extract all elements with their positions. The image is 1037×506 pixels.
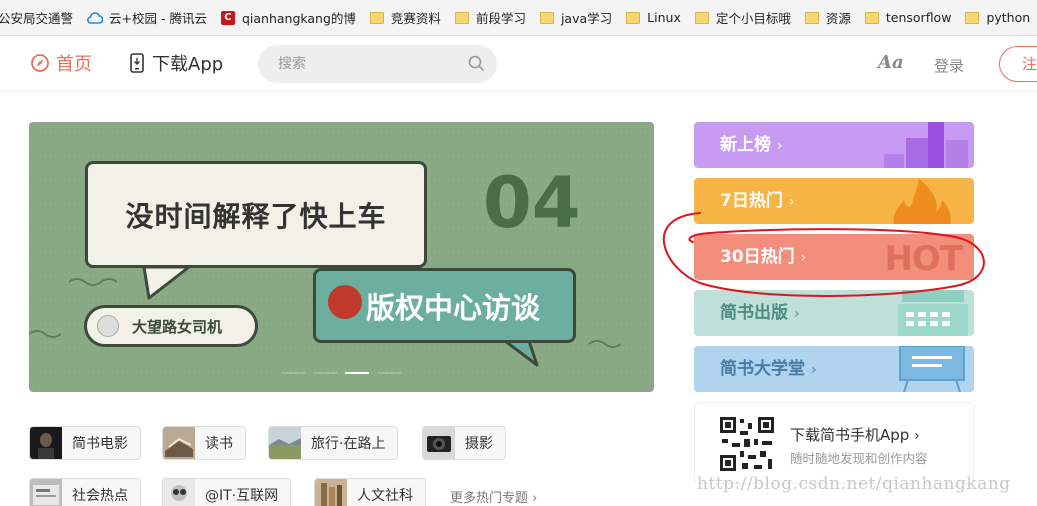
board-30day-hot[interactable]: 30日热门 › HOT — [694, 234, 974, 280]
flame-icon — [893, 178, 951, 224]
topic-chip[interactable]: 摄影 — [422, 426, 506, 460]
bookmark-folder[interactable]: 前段学习 — [454, 0, 526, 35]
topic-thumbnail — [163, 479, 195, 506]
nav-download-app-link[interactable]: 下载App — [130, 50, 223, 76]
microphone-icon — [328, 285, 362, 319]
carousel-indicators — [281, 372, 401, 374]
nav-home-label: 首页 — [56, 54, 92, 75]
bookmark-folder[interactable]: python — [965, 0, 1030, 35]
bar-chart-icon — [884, 122, 968, 168]
carousel-dot[interactable] — [377, 372, 401, 374]
banner-author-name: 大望路女司机 — [132, 317, 223, 336]
chevron-right-icon: › — [914, 428, 920, 444]
board-jianshu-publishing[interactable]: 简书出版 › — [694, 290, 974, 336]
banner-title-bubble: 版权中心访谈 — [313, 268, 576, 343]
folder-icon — [804, 11, 819, 24]
banner-issue-number: 04 — [483, 162, 581, 244]
bookmark-folder[interactable]: tensorflow — [864, 0, 951, 35]
bookmarks-bar: 公安局交通警 云+校园 - 腾讯云 C qianhangkang的博 竞赛资料 … — [0, 0, 1037, 36]
phone-icon — [130, 53, 144, 73]
chevron-right-icon: › — [811, 362, 817, 378]
carousel-dot[interactable] — [313, 372, 337, 374]
banner-title: 版权中心访谈 — [366, 290, 541, 325]
topic-thumbnail — [30, 427, 62, 459]
cloud-icon — [87, 11, 104, 24]
download-app-card[interactable]: 下载简书手机App › 随时随地发现和创作内容 — [694, 402, 974, 484]
hot-label: HOT — [884, 239, 963, 279]
chevron-right-icon: › — [800, 250, 807, 266]
compass-icon — [31, 54, 49, 72]
bookmark-item[interactable]: C qianhangkang的博 — [220, 0, 356, 35]
more-topics-link[interactable]: 更多热门专题 › — [450, 487, 537, 506]
bookmark-folder[interactable]: Linux — [626, 0, 681, 35]
topic-thumbnail — [269, 427, 301, 459]
csdn-icon: C — [220, 10, 235, 25]
search-box — [258, 45, 497, 83]
qr-code-icon — [718, 415, 776, 473]
login-link[interactable]: 登录 — [934, 55, 964, 76]
top-navigation: 首页 下载App Aa 登录 注 — [0, 36, 1037, 92]
bookmark-item[interactable]: 公安局交通警 — [0, 0, 73, 35]
topic-thumbnail — [423, 427, 455, 459]
banner-carousel[interactable]: 没时间解释了快上车 04 版权中心访谈 大望路女司机 — [29, 122, 654, 392]
topic-thumbnail — [30, 479, 62, 506]
blackboard-icon — [899, 346, 965, 392]
folder-icon — [369, 11, 384, 24]
nav-app-label: 下载App — [152, 54, 224, 75]
board-new-list[interactable]: 新上榜 › — [694, 122, 974, 168]
topic-chip[interactable]: 读书 — [162, 426, 246, 460]
carousel-dot[interactable] — [281, 372, 305, 374]
bookmark-folder[interactable]: java学习 — [539, 0, 612, 35]
search-input[interactable] — [258, 45, 458, 83]
topic-thumbnail — [315, 479, 347, 506]
topic-thumbnail — [163, 427, 195, 459]
font-settings-button[interactable]: Aa — [878, 52, 904, 73]
folder-icon — [694, 11, 709, 24]
folder-icon — [864, 11, 879, 24]
topic-chip[interactable]: 人文社科 — [314, 478, 426, 506]
chevron-right-icon: › — [794, 306, 800, 322]
chevron-right-icon: › — [777, 138, 783, 154]
board-7day-hot[interactable]: 7日热门 › — [694, 178, 974, 224]
carousel-dot-active[interactable] — [345, 372, 369, 374]
banner-author-tag: 大望路女司机 — [84, 305, 258, 347]
author-avatar-icon — [97, 315, 119, 337]
topic-chip[interactable]: 简书电影 — [29, 426, 141, 460]
banner-speech-bubble: 没时间解释了快上车 — [85, 161, 427, 268]
topic-chip[interactable]: @IT·互联网 — [162, 478, 292, 506]
download-app-subtitle: 随时随地发现和创作内容 — [790, 451, 928, 466]
chevron-right-icon: › — [788, 194, 795, 210]
bookmark-folder[interactable]: 定个小目标哦 — [694, 0, 791, 35]
watermark: http://blog.csdn.net/qianhangkang — [697, 474, 1011, 494]
board-jianshu-university[interactable]: 简书大学堂 › — [694, 346, 974, 392]
folder-icon — [626, 11, 641, 24]
topic-chip[interactable]: 社会热点 — [29, 478, 141, 506]
bookmark-folder[interactable]: 资源 — [804, 0, 851, 35]
search-icon[interactable] — [468, 55, 485, 72]
nav-home-link[interactable]: 首页 — [30, 50, 92, 76]
signup-button[interactable]: 注 — [999, 46, 1037, 82]
download-app-title: 下载简书手机App › — [790, 426, 920, 444]
folder-icon — [454, 11, 469, 24]
topic-chip[interactable]: 旅行·在路上 — [268, 426, 399, 460]
bookmark-folder[interactable]: 竞赛资料 — [369, 0, 441, 35]
typewriter-icon — [898, 290, 968, 336]
bookmark-item[interactable]: 云+校园 - 腾讯云 — [87, 0, 207, 35]
folder-icon — [965, 11, 980, 24]
folder-icon — [539, 11, 554, 24]
